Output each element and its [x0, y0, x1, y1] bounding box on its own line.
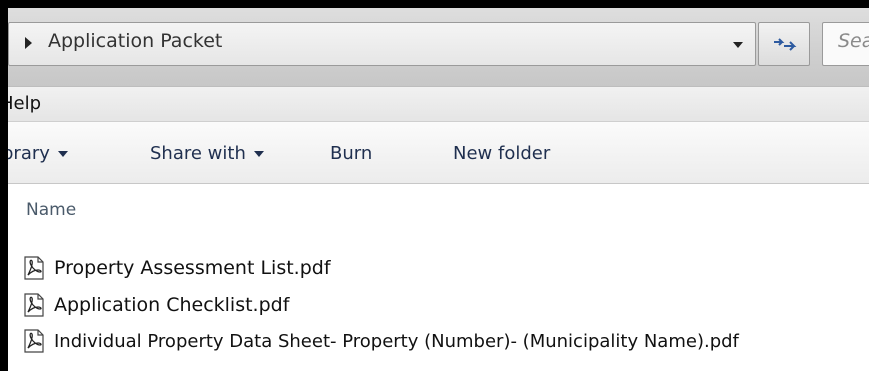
- share-with-button[interactable]: Share with: [150, 143, 264, 164]
- search-placeholder: Sea: [838, 30, 869, 52]
- breadcrumb-current-folder[interactable]: Application Packet: [48, 30, 222, 52]
- window-top-border: [0, 0, 869, 8]
- command-bar: [8, 122, 869, 184]
- chevron-down-icon: [57, 151, 68, 157]
- library-menu-button[interactable]: brary: [2, 143, 68, 164]
- pdf-file-icon: [24, 256, 44, 280]
- window-left-border: [0, 0, 8, 371]
- column-header-name[interactable]: Name: [26, 200, 76, 220]
- file-row[interactable]: Application Checklist.pdf: [22, 290, 289, 320]
- file-name: Application Checklist.pdf: [54, 294, 290, 316]
- file-name: Individual Property Data Sheet- Property…: [54, 330, 739, 352]
- address-history-dropdown-icon[interactable]: [733, 42, 743, 48]
- library-menu-label: brary: [2, 143, 50, 164]
- file-name: Property Assessment List.pdf: [54, 257, 331, 279]
- burn-button[interactable]: Burn: [330, 143, 372, 164]
- new-folder-button[interactable]: New folder: [453, 143, 550, 164]
- pdf-file-icon: [24, 293, 44, 317]
- chevron-down-icon: [253, 151, 264, 157]
- explorer-window: Application Packet Sea Help brary Share …: [0, 0, 869, 371]
- file-row[interactable]: Property Assessment List.pdf: [22, 253, 331, 283]
- breadcrumb-arrow-icon[interactable]: [25, 37, 32, 49]
- refresh-icon[interactable]: [770, 30, 798, 56]
- share-with-label: Share with: [150, 143, 246, 164]
- menu-bar: [8, 86, 869, 122]
- pdf-file-icon: [24, 329, 44, 353]
- file-row[interactable]: Individual Property Data Sheet- Property…: [22, 326, 739, 356]
